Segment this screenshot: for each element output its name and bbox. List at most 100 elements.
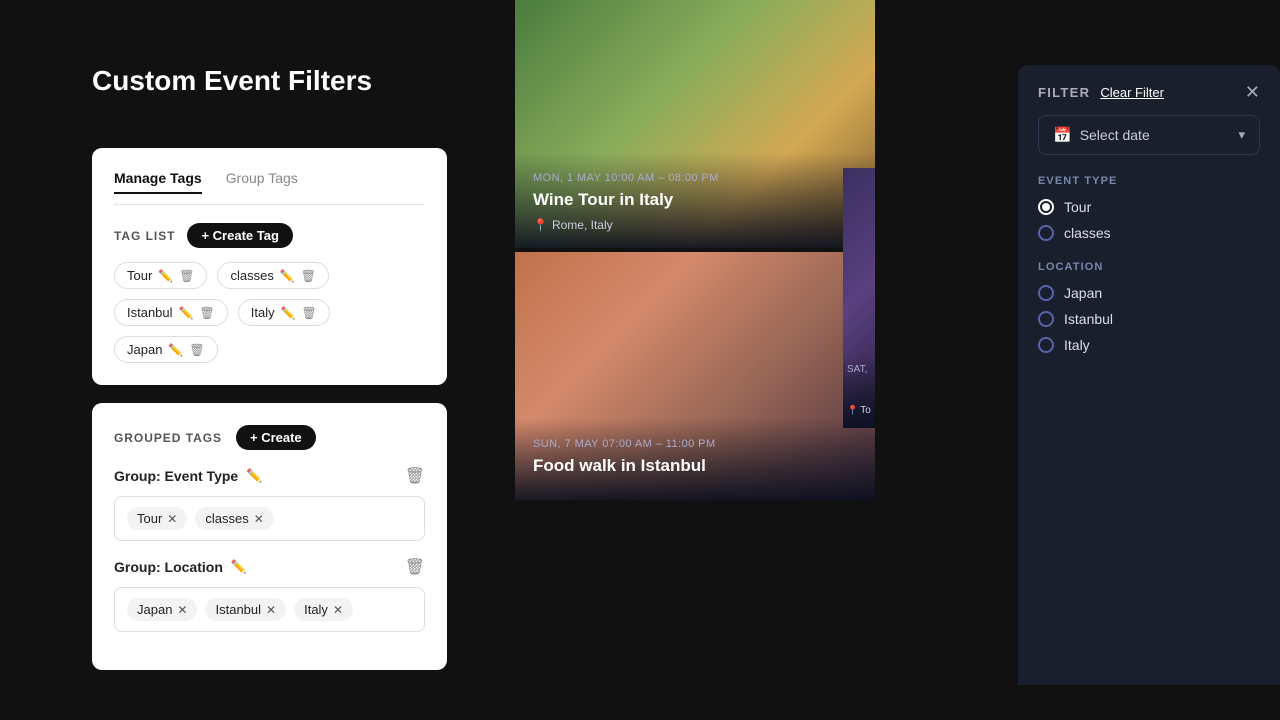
tag-chip-italy: Italy ✏️ 🗑 [238, 299, 330, 326]
radio-circle-tour [1038, 199, 1054, 215]
event-title-food-walk: Food walk in Istanbul [533, 456, 857, 476]
page-title: Custom Event Filters [92, 65, 372, 97]
tabs: Manage Tags Group Tags [114, 170, 425, 205]
tag-name-tour: Tour [127, 268, 152, 283]
group-event-type-header: Group: Event Type ✏️ 🗑 [114, 466, 425, 486]
group-tag-tour-label: Tour [137, 511, 162, 526]
group-tag-italy: Italy ✕ [294, 598, 353, 621]
event-overlay-food-walk: SUN, 7 MAY 07:00 AM – 11:00 PM Food walk… [515, 418, 875, 500]
remove-group-tag-tour-button[interactable]: ✕ [167, 512, 177, 526]
radio-circle-italy [1038, 337, 1054, 353]
tags-grid: Tour ✏️ 🗑 classes ✏️ 🗑 Istanbul ✏️ 🗑 Ita… [114, 262, 425, 363]
event-meta-food-walk: SUN, 7 MAY 07:00 AM – 11:00 PM [533, 438, 857, 450]
events-panel: MON, 1 MAY 10:00 AM – 08:00 PM Wine Tour… [515, 0, 875, 720]
tag-name-istanbul: Istanbul [127, 305, 173, 320]
radio-location-istanbul[interactable]: Istanbul [1038, 311, 1260, 327]
partial-event-meta: SAT, [847, 364, 871, 375]
radio-circle-japan [1038, 285, 1054, 301]
group-tag-istanbul: Istanbul ✕ [205, 598, 286, 621]
partial-event-card: SAT, 📍 To [843, 168, 875, 428]
remove-group-tag-japan-button[interactable]: ✕ [177, 603, 187, 617]
radio-event-type-classes[interactable]: classes [1038, 225, 1260, 241]
radio-location-italy[interactable]: Italy [1038, 337, 1260, 353]
radio-event-type-tour[interactable]: Tour [1038, 199, 1260, 215]
radio-label-italy: Italy [1064, 337, 1090, 353]
edit-group-event-type-icon[interactable]: ✏️ [246, 468, 262, 484]
filter-event-type-section: EVENT TYPE Tour classes [1038, 175, 1260, 241]
grouped-tags-card: GROUPED TAGS + Create Group: Event Type … [92, 403, 447, 670]
event-overlay-wine-tour: MON, 1 MAY 10:00 AM – 08:00 PM Wine Tour… [515, 152, 875, 248]
group-tag-istanbul-label: Istanbul [215, 602, 261, 617]
event-meta-wine-tour: MON, 1 MAY 10:00 AM – 08:00 PM [533, 172, 857, 184]
group-tag-japan: Japan ✕ [127, 598, 197, 621]
event-location-wine-tour: 📍 Rome, Italy [533, 218, 857, 232]
tab-group-tags[interactable]: Group Tags [226, 170, 298, 194]
remove-group-tag-istanbul-button[interactable]: ✕ [266, 603, 276, 617]
location-pin-icon: 📍 [533, 218, 548, 232]
delete-group-event-type-button[interactable]: 🗑 [405, 466, 425, 486]
radio-location-japan[interactable]: Japan [1038, 285, 1260, 301]
tag-list-label: TAG LIST [114, 229, 175, 243]
edit-tag-italy-button[interactable]: ✏️ [281, 306, 296, 320]
edit-group-location-icon[interactable]: ✏️ [231, 559, 247, 575]
select-date-row[interactable]: 📅 Select date ▾ [1038, 115, 1260, 155]
delete-tag-classes-button[interactable]: 🗑 [301, 269, 316, 283]
group-event-type: Group: Event Type ✏️ 🗑 Tour ✕ classes ✕ [114, 466, 425, 541]
delete-tag-istanbul-button[interactable]: 🗑 [200, 306, 215, 320]
remove-group-tag-italy-button[interactable]: ✕ [333, 603, 343, 617]
edit-tag-tour-button[interactable]: ✏️ [158, 269, 173, 283]
delete-tag-tour-button[interactable]: 🗑 [179, 269, 194, 283]
radio-label-classes: classes [1064, 225, 1111, 241]
edit-tag-japan-button[interactable]: ✏️ [168, 343, 183, 357]
tag-chip-tour: Tour ✏️ 🗑 [114, 262, 207, 289]
create-group-button[interactable]: + Create [236, 425, 316, 450]
group-tag-classes-label: classes [205, 511, 248, 526]
filter-event-type-label: EVENT TYPE [1038, 175, 1260, 187]
group-event-type-tags: Tour ✕ classes ✕ [114, 496, 425, 541]
clear-filter-button[interactable]: Clear Filter [1100, 85, 1164, 100]
edit-tag-istanbul-button[interactable]: ✏️ [179, 306, 194, 320]
tag-chip-classes: classes ✏️ 🗑 [217, 262, 329, 289]
tag-name-japan: Japan [127, 342, 162, 357]
filter-header: FILTER Clear Filter ✕ [1038, 83, 1260, 101]
event-card-food-walk[interactable]: SUN, 7 MAY 07:00 AM – 11:00 PM Food walk… [515, 252, 875, 500]
tag-name-classes: classes [230, 268, 273, 283]
tab-manage-tags[interactable]: Manage Tags [114, 170, 202, 194]
radio-circle-istanbul [1038, 311, 1054, 327]
calendar-icon: 📅 [1053, 126, 1072, 144]
group-tag-classes: classes ✕ [195, 507, 273, 530]
remove-group-tag-classes-button[interactable]: ✕ [254, 512, 264, 526]
radio-label-istanbul: Istanbul [1064, 311, 1113, 327]
event-card-wine-tour[interactable]: MON, 1 MAY 10:00 AM – 08:00 PM Wine Tour… [515, 0, 875, 248]
filter-panel: FILTER Clear Filter ✕ 📅 Select date ▾ EV… [1018, 65, 1280, 685]
filter-location-section: LOCATION Japan Istanbul Italy [1038, 261, 1260, 353]
group-event-type-label: Group: Event Type [114, 468, 238, 484]
group-event-type-title: Group: Event Type ✏️ [114, 468, 262, 484]
delete-group-location-button[interactable]: 🗑 [405, 557, 425, 577]
event-title-wine-tour: Wine Tour in Italy [533, 190, 857, 210]
group-tag-italy-label: Italy [304, 602, 328, 617]
tag-chip-japan: Japan ✏️ 🗑 [114, 336, 218, 363]
group-tag-tour: Tour ✕ [127, 507, 187, 530]
grouped-tags-label: GROUPED TAGS [114, 431, 222, 445]
select-date-label: Select date [1080, 127, 1150, 143]
filter-location-label: LOCATION [1038, 261, 1260, 273]
tag-chip-istanbul: Istanbul ✏️ 🗑 [114, 299, 228, 326]
partial-event-location: 📍 To [847, 405, 871, 416]
filter-title-row: FILTER Clear Filter [1038, 85, 1164, 100]
create-tag-button[interactable]: + Create Tag [187, 223, 292, 248]
radio-circle-classes [1038, 225, 1054, 241]
group-location-label: Group: Location [114, 559, 223, 575]
chevron-down-icon: ▾ [1238, 127, 1245, 143]
delete-tag-japan-button[interactable]: 🗑 [189, 343, 204, 357]
manage-tags-card: Manage Tags Group Tags TAG LIST + Create… [92, 148, 447, 385]
close-filter-button[interactable]: ✕ [1245, 83, 1260, 101]
delete-tag-italy-button[interactable]: 🗑 [302, 306, 317, 320]
left-panel: Manage Tags Group Tags TAG LIST + Create… [92, 148, 447, 670]
tag-name-italy: Italy [251, 305, 275, 320]
group-location-title: Group: Location ✏️ [114, 559, 247, 575]
tag-list-header: TAG LIST + Create Tag [114, 223, 425, 248]
group-location: Group: Location ✏️ 🗑 Japan ✕ Istanbul ✕ … [114, 557, 425, 632]
group-location-header: Group: Location ✏️ 🗑 [114, 557, 425, 577]
edit-tag-classes-button[interactable]: ✏️ [280, 269, 295, 283]
